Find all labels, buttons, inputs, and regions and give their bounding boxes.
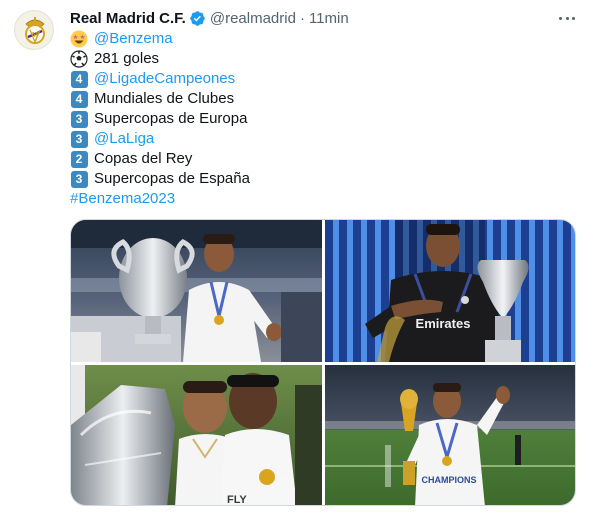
star-struck-emoji-icon	[70, 30, 88, 48]
mention-link[interactable]: @Benzema	[94, 29, 173, 49]
jersey-sponsor-text: CHAMPIONS	[421, 475, 476, 485]
user-handle[interactable]: @realmadrid	[210, 10, 296, 27]
jersey-sponsor-text: FLY	[227, 494, 247, 506]
soccer-ball-emoji-icon	[70, 50, 88, 68]
tweet-line: 281 goles	[70, 49, 580, 69]
keycap-digit: 4	[70, 90, 88, 108]
separator-dot: ·	[299, 9, 305, 27]
line-text: Mundiales de Clubes	[94, 90, 235, 107]
tweet-card[interactable]: M Real Madrid C.F. @realmadrid · 11min @…	[0, 0, 597, 517]
keycap-emoji-icon: 4	[70, 90, 88, 108]
tweet-text: @Benzema 281 goles 4 @LigadeCampeones 4 …	[70, 29, 580, 209]
keycap-emoji-icon: 3	[70, 130, 88, 148]
tweet-line: @Benzema	[70, 29, 580, 49]
photo-champions-trophy[interactable]	[71, 220, 322, 362]
hashtag-link[interactable]: #Benzema2023	[70, 189, 175, 209]
keycap-digit: 2	[70, 150, 88, 168]
keycap-emoji-icon: 4	[70, 70, 88, 88]
keycap-emoji-icon: 3	[70, 170, 88, 188]
keycap-digit: 3	[70, 170, 88, 188]
photo-club-world-cup[interactable]: CHAMPIONS	[325, 365, 575, 505]
photo-super-cup-trophy[interactable]: Emirates	[325, 220, 575, 362]
tweet-line: 4 @LigadeCampeones	[70, 69, 580, 89]
keycap-digit: 3	[70, 110, 88, 128]
keycap-digit: 3	[70, 130, 88, 148]
tweet-line: 2 Copas del Rey	[70, 149, 580, 169]
keycap-digit: 4	[70, 70, 88, 88]
tweet-line: 3 Supercopas de Europa	[70, 109, 580, 129]
more-options-icon[interactable]	[556, 9, 578, 27]
mention-link[interactable]: @LaLiga	[94, 129, 154, 149]
media-grid: Emirates FLY CHAMPIONS	[70, 219, 576, 506]
tweet-line: 3 Supercopas de España	[70, 169, 580, 189]
timestamp[interactable]: 11min	[309, 10, 349, 27]
keycap-emoji-icon: 3	[70, 110, 88, 128]
display-name[interactable]: Real Madrid C.F.	[70, 10, 186, 27]
jersey-sponsor-text: Emirates	[416, 316, 471, 331]
photo-league-trophy[interactable]: FLY	[71, 365, 322, 506]
tweet-header: Real Madrid C.F. @realmadrid · 11min	[70, 8, 349, 28]
real-madrid-crest-icon[interactable]: M	[14, 10, 54, 50]
line-text: 281 goles	[94, 50, 160, 67]
mention-link[interactable]: @LigadeCampeones	[94, 69, 235, 89]
svg-text:M: M	[32, 31, 39, 39]
tweet-line: 4 Mundiales de Clubes	[70, 89, 580, 109]
line-text: Copas del Rey	[94, 150, 193, 167]
line-text: Supercopas de Europa	[94, 110, 248, 127]
verified-badge-icon	[189, 10, 206, 27]
tweet-line: #Benzema2023	[70, 189, 580, 209]
tweet-line: 3 @LaLiga	[70, 129, 580, 149]
line-text: Supercopas de España	[94, 170, 250, 187]
keycap-emoji-icon: 2	[70, 150, 88, 168]
